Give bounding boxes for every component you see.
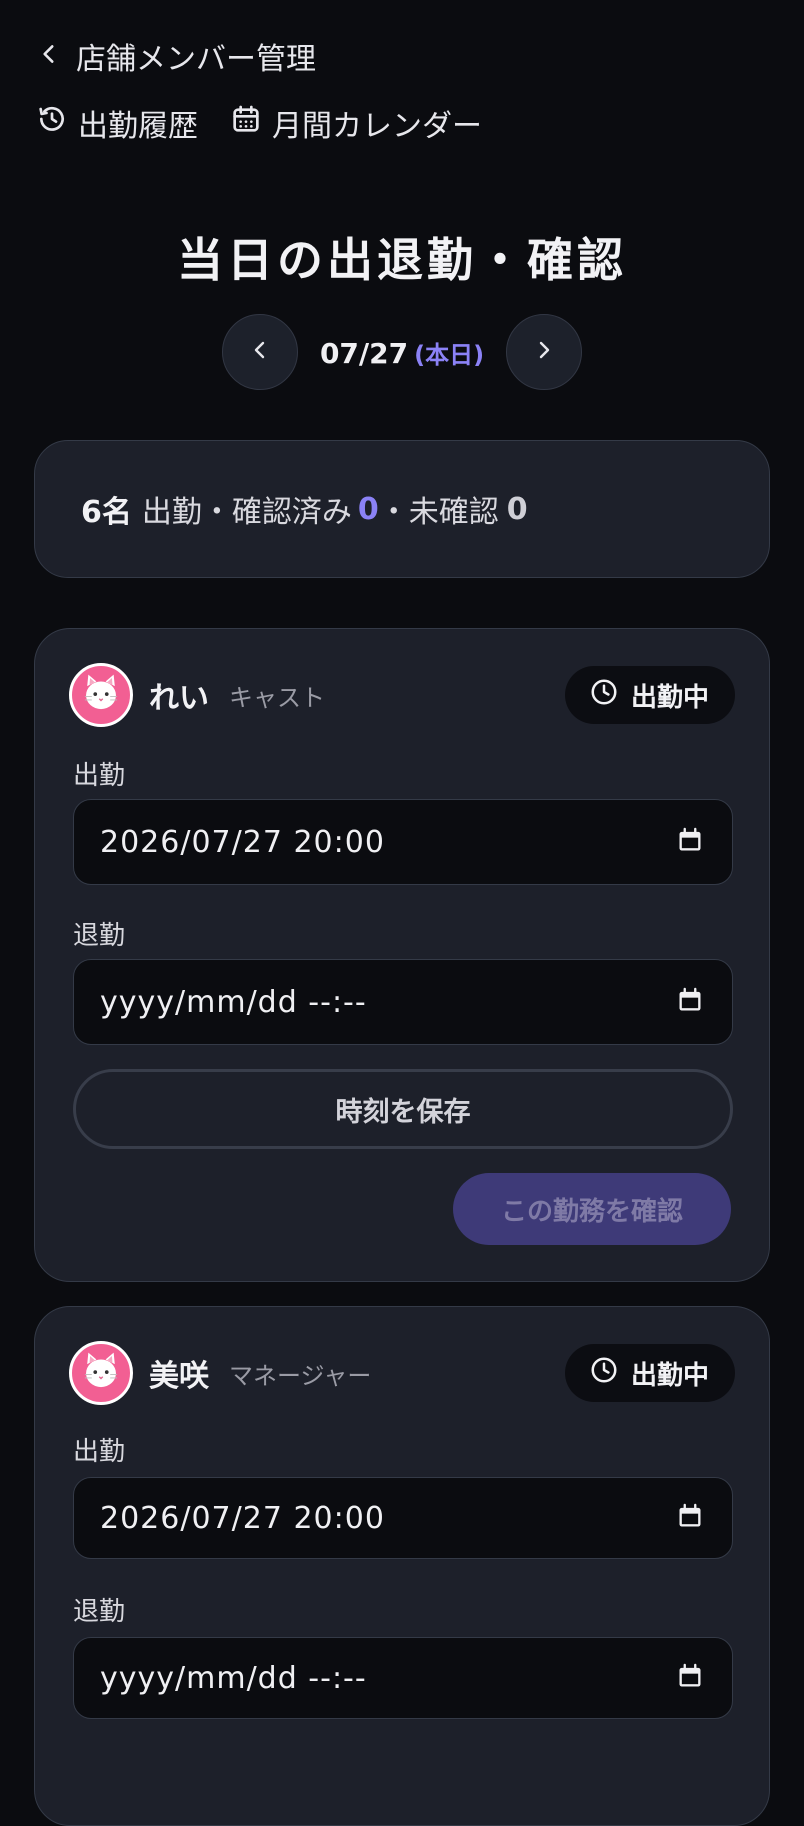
member-card: 美咲 マネージャー 出勤中 出勤 2026/07/27 20:00 退勤 yyy… — [34, 1306, 770, 1826]
status-badge: 出勤中 — [564, 1344, 735, 1402]
clock-out-field[interactable]: yyyy/mm/dd --:-- — [73, 1637, 733, 1719]
save-time-button[interactable]: 時刻を保存 — [73, 1069, 733, 1149]
attendance-history-link[interactable]: 出勤履歴 — [36, 101, 198, 145]
cat-face-icon — [78, 1348, 124, 1398]
attending-label: 出勤 — [141, 495, 202, 530]
clock-in-field[interactable]: 2026/07/27 20:00 — [73, 799, 733, 885]
calendar-icon[interactable] — [676, 1662, 704, 1694]
chevron-right-icon — [532, 338, 556, 366]
prev-day-button[interactable] — [221, 314, 298, 390]
clock-in-label: 出勤 — [73, 1437, 126, 1467]
member-card-header: れい キャスト 出勤中 — [69, 663, 735, 727]
monthly-calendar-link[interactable]: 月間カレンダー — [230, 101, 482, 145]
member-role: マネージャー — [229, 1361, 372, 1390]
summary-separator: ・ — [201, 495, 232, 530]
chevron-left-icon — [248, 338, 272, 366]
member-count: 6名 — [81, 495, 132, 530]
clock-in-value: 2026/07/27 20:00 — [100, 824, 385, 860]
avatar — [69, 1341, 133, 1405]
status-badge: 出勤中 — [564, 666, 735, 724]
clock-in-field[interactable]: 2026/07/27 20:00 — [73, 1477, 733, 1559]
clock-icon — [589, 677, 619, 714]
member-card-header: 美咲 マネージャー 出勤中 — [69, 1341, 735, 1405]
status-label: 出勤中 — [630, 682, 709, 713]
today-label: (本日) — [414, 340, 485, 369]
clock-out-value: yyyy/mm/dd --:-- — [100, 984, 367, 1020]
current-date: 07/27 (本日) — [312, 335, 492, 370]
calendar-icon — [230, 103, 262, 143]
history-icon — [36, 103, 68, 143]
page-title: 当日の出退勤・確認 — [177, 233, 627, 287]
calendar-icon[interactable] — [676, 1502, 704, 1534]
member-name: れい — [149, 681, 209, 716]
clock-in-value: 2026/07/27 20:00 — [100, 1500, 385, 1536]
unconfirmed-label: 未確認 — [408, 495, 499, 530]
avatar — [69, 663, 133, 727]
clock-out-field[interactable]: yyyy/mm/dd --:-- — [73, 959, 733, 1045]
next-day-button[interactable] — [506, 314, 583, 390]
clock-out-value: yyyy/mm/dd --:-- — [100, 1660, 367, 1696]
confirmed-count: 0 — [357, 491, 379, 527]
calendar-icon[interactable] — [676, 826, 704, 858]
clock-in-label: 出勤 — [73, 761, 126, 791]
summary-separator: ・ — [378, 495, 409, 530]
chevron-left-icon — [36, 41, 62, 71]
calendar-icon[interactable] — [676, 986, 704, 1018]
clock-out-label: 退勤 — [73, 921, 126, 951]
member-name: 美咲 — [149, 1359, 209, 1394]
confirmed-label: 確認済み — [231, 495, 352, 530]
member-card: れい キャスト 出勤中 出勤 2026/07/27 20:00 退勤 yyyy/… — [34, 628, 770, 1282]
confirm-shift-button[interactable]: この勤務を確認 — [453, 1173, 731, 1245]
sub-navigation: 出勤履歴 月間カレンダー — [36, 98, 482, 148]
back-nav-label: 店舗メンバー管理 — [76, 42, 316, 77]
attendance-summary: 6名 出勤 ・ 確認済み 0 ・ 未確認 0 — [34, 440, 770, 578]
back-nav[interactable]: 店舗メンバー管理 — [36, 34, 316, 78]
date-selector: 07/27 (本日) — [0, 314, 804, 390]
clock-out-label: 退勤 — [73, 1597, 126, 1627]
monthly-calendar-label: 月間カレンダー — [272, 109, 482, 144]
cat-face-icon — [78, 670, 124, 720]
status-label: 出勤中 — [630, 1360, 709, 1391]
unconfirmed-count: 0 — [506, 491, 528, 527]
attendance-history-label: 出勤履歴 — [78, 109, 198, 144]
date-value: 07/27 — [319, 336, 409, 370]
clock-icon — [589, 1355, 619, 1392]
member-role: キャスト — [229, 683, 325, 712]
